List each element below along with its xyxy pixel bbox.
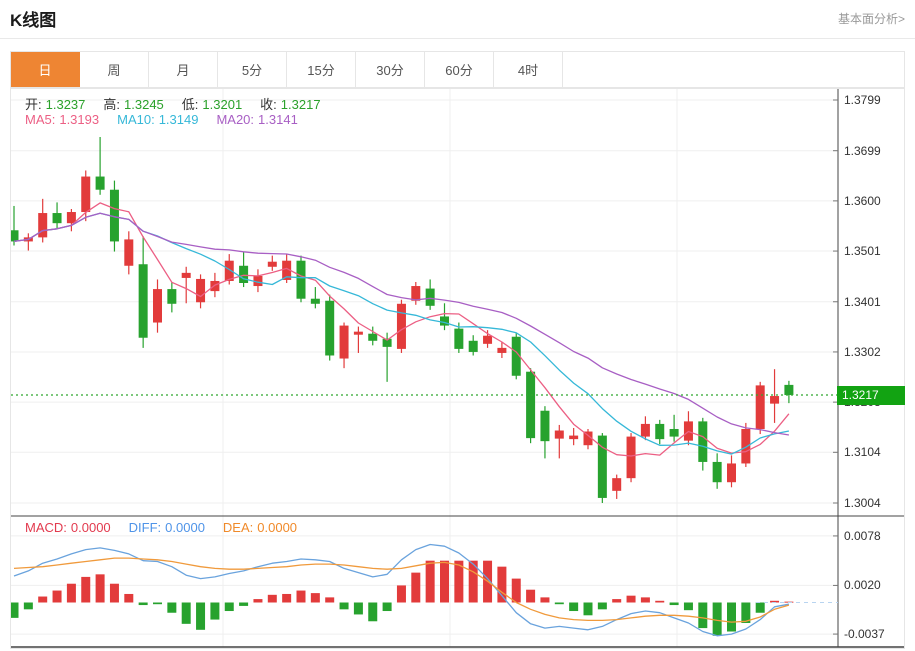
tab-7-4时[interactable]: 4时: [494, 52, 563, 87]
page-title: K线图: [10, 6, 56, 31]
readout-pair: 低:1.3201: [182, 97, 246, 112]
tab-1-周[interactable]: 周: [80, 52, 149, 87]
price-axis-label: 1.3004: [844, 496, 902, 510]
readout-pair: 高:1.3245: [103, 97, 167, 112]
readout-pair: 收:1.3217: [260, 97, 324, 112]
price-axis-label: 1.3104: [844, 445, 902, 459]
tab-3-5分[interactable]: 5分: [218, 52, 287, 87]
readout-pair: MACD:0.0000: [25, 520, 115, 535]
tab-6-60分[interactable]: 60分: [425, 52, 494, 87]
macd-axis-label: 0.0020: [844, 578, 902, 592]
macd-axis-label: 0.0078: [844, 529, 902, 543]
macd-readout: MACD:0.0000 DIFF:0.0000 DEA:0.0000: [25, 520, 315, 535]
tab-4-15分[interactable]: 15分: [287, 52, 356, 87]
readout-pair: MA10:1.3149: [117, 112, 202, 127]
price-axis-label: 1.3799: [844, 93, 902, 107]
tab-5-30分[interactable]: 30分: [356, 52, 425, 87]
readout-pair: DEA:0.0000: [223, 520, 301, 535]
macd-axis-label: -0.0037: [844, 627, 902, 641]
price-axis-label: 1.3302: [844, 345, 902, 359]
tab-0-日[interactable]: 日: [11, 52, 80, 87]
chart-area: 开:1.3237 高:1.3245 低:1.3201 收:1.3217 MA5:1.3…: [10, 88, 905, 649]
readout-pair: MA20:1.3141: [216, 112, 301, 127]
readout-pair: DIFF:0.0000: [129, 520, 209, 535]
current-price-tag: 1.3217: [837, 386, 905, 405]
fundamental-analysis-link[interactable]: 基本面分析>: [838, 10, 905, 27]
price-axis-label: 1.3600: [844, 194, 902, 208]
kline-chart-svg[interactable]: [11, 89, 904, 648]
ma-readout: MA5:1.3193 MA10:1.3149 MA20:1.3141: [25, 112, 316, 127]
readout-pair: 开:1.3237: [25, 97, 89, 112]
tabbar-filler: [563, 52, 904, 87]
price-axis-label: 1.3501: [844, 244, 902, 258]
price-axis-label: 1.3699: [844, 144, 902, 158]
price-axis-label: 1.3401: [844, 295, 902, 309]
kline-widget: K线图 基本面分析> 日周月5分15分30分60分4时 开:1.3237 高:1.…: [0, 0, 915, 651]
interval-tabbar: 日周月5分15分30分60分4时: [10, 51, 905, 88]
tab-2-月[interactable]: 月: [149, 52, 218, 87]
ohlc-readout: 开:1.3237 高:1.3245 低:1.3201 收:1.3217: [25, 94, 339, 113]
title-divider: [0, 38, 915, 39]
readout-pair: MA5:1.3193: [25, 112, 103, 127]
